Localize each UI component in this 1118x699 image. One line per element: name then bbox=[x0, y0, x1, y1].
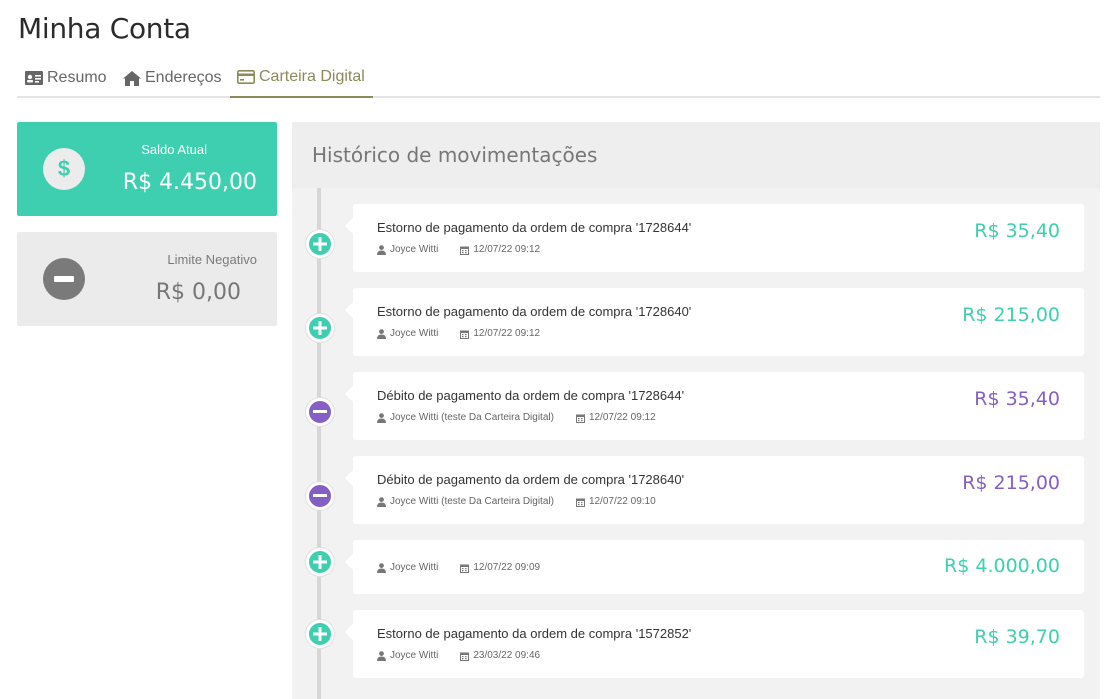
home-icon bbox=[123, 70, 141, 86]
plus-icon bbox=[306, 548, 334, 576]
plus-icon bbox=[306, 620, 334, 648]
entry-amount: R$ 35,40 bbox=[974, 388, 1060, 410]
entry-card: Joyce Witti 12/07/22 09:09 R$ 4.000,00 bbox=[345, 540, 1084, 594]
entry-description: Estorno de pagamento da ordem de compra … bbox=[377, 304, 692, 319]
minus-icon bbox=[306, 482, 334, 510]
entry-user: Joyce Witti bbox=[390, 650, 439, 661]
tab-label: Endereços bbox=[145, 69, 222, 86]
tab-enderecos[interactable]: Endereços bbox=[123, 58, 222, 98]
user-icon bbox=[377, 650, 386, 661]
page-title: Minha Conta bbox=[18, 12, 191, 45]
user-icon bbox=[377, 412, 386, 423]
entry-card: Débito de pagamento da ordem de compra '… bbox=[345, 372, 1084, 440]
entry-user: Joyce Witti (teste Da Carteira Digital) bbox=[390, 496, 554, 507]
negative-limit-card: Limite Negativo R$ 0,00 bbox=[17, 232, 277, 326]
calendar-icon bbox=[460, 652, 470, 661]
entry-card: Estorno de pagamento da ordem de compra … bbox=[345, 288, 1084, 356]
tab-carteira-digital[interactable]: Carteira Digital bbox=[230, 58, 373, 98]
credit-card-icon bbox=[237, 69, 255, 85]
entry-description: Estorno de pagamento da ordem de compra … bbox=[377, 626, 692, 641]
entry-date: 12/07/22 09:10 bbox=[588, 496, 656, 507]
history-title: Histórico de movimentações bbox=[292, 122, 1100, 188]
balance-card: $ Saldo Atual R$ 4.450,00 bbox=[17, 122, 277, 216]
entry-description: Débito de pagamento da ordem de compra '… bbox=[377, 388, 685, 403]
entry-date: 12/07/22 09:12 bbox=[473, 328, 541, 339]
entry-user: Joyce Witti (teste Da Carteira Digital) bbox=[390, 412, 554, 423]
calendar-icon bbox=[460, 564, 470, 573]
calendar-icon bbox=[575, 414, 585, 423]
entry-amount: R$ 215,00 bbox=[962, 472, 1060, 494]
entry-amount: R$ 35,40 bbox=[974, 220, 1060, 242]
entry-date: 23/03/22 09:46 bbox=[473, 650, 541, 661]
plus-icon bbox=[306, 314, 334, 342]
entry-date: 12/07/22 09:09 bbox=[473, 562, 541, 573]
limit-amount: R$ 0,00 bbox=[155, 280, 241, 305]
limit-label: Limite Negativo bbox=[167, 252, 257, 267]
tab-label: Carteira Digital bbox=[259, 68, 365, 85]
entry-user: Joyce Witti bbox=[390, 562, 439, 573]
entry-user: Joyce Witti bbox=[390, 328, 439, 339]
user-icon bbox=[377, 328, 386, 339]
entry-description: Débito de pagamento da ordem de compra '… bbox=[377, 472, 685, 487]
minus-icon bbox=[306, 398, 334, 426]
entry-card: Estorno de pagamento da ordem de compra … bbox=[345, 204, 1084, 272]
entry-meta: Joyce Witti 12/07/22 09:12 bbox=[377, 328, 562, 339]
user-icon bbox=[377, 562, 386, 573]
dollar-icon: $ bbox=[43, 148, 85, 190]
entry-user: Joyce Witti bbox=[390, 244, 439, 255]
minus-icon bbox=[43, 258, 85, 300]
calendar-icon bbox=[575, 498, 585, 507]
entry-meta: Joyce Witti (teste Da Carteira Digital) … bbox=[377, 412, 678, 423]
entry-meta: Joyce Witti 23/03/22 09:46 bbox=[377, 650, 562, 661]
user-icon bbox=[377, 244, 386, 255]
account-tabs: Resumo Endereços Carteira Digital bbox=[17, 58, 1100, 98]
entry-amount: R$ 39,70 bbox=[974, 626, 1060, 648]
entry-amount: R$ 4.000,00 bbox=[944, 555, 1060, 577]
balance-amount: R$ 4.450,00 bbox=[122, 170, 257, 195]
calendar-icon bbox=[460, 246, 470, 255]
entry-meta: Joyce Witti 12/07/22 09:09 bbox=[377, 562, 562, 573]
tab-resumo[interactable]: Resumo bbox=[25, 58, 107, 98]
entry-meta: Joyce Witti 12/07/22 09:12 bbox=[377, 244, 562, 255]
plus-icon bbox=[306, 230, 334, 258]
entry-description: Estorno de pagamento da ordem de compra … bbox=[377, 220, 692, 235]
calendar-icon bbox=[460, 330, 470, 339]
entry-card: Estorno de pagamento da ordem de compra … bbox=[345, 610, 1084, 678]
id-card-icon bbox=[25, 70, 43, 86]
user-icon bbox=[377, 496, 386, 507]
entry-card: Débito de pagamento da ordem de compra '… bbox=[345, 456, 1084, 524]
tab-label: Resumo bbox=[47, 69, 107, 86]
entry-meta: Joyce Witti (teste Da Carteira Digital) … bbox=[377, 496, 678, 507]
history-timeline: Estorno de pagamento da ordem de compra … bbox=[292, 188, 1100, 699]
entry-amount: R$ 215,00 bbox=[962, 304, 1060, 326]
balance-label: Saldo Atual bbox=[141, 142, 207, 157]
entry-date: 12/07/22 09:12 bbox=[588, 412, 656, 423]
entry-date: 12/07/22 09:12 bbox=[473, 244, 541, 255]
history-panel: Histórico de movimentações Estorno de pa… bbox=[292, 122, 1100, 699]
